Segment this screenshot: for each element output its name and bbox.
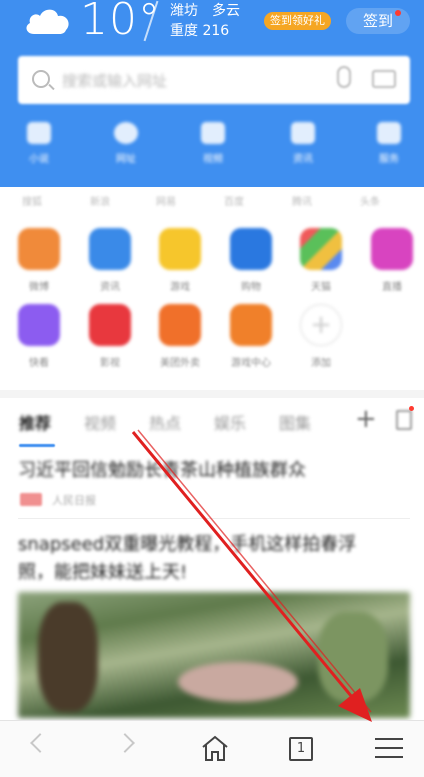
app-shortcut[interactable]: 游戏 (150, 228, 210, 293)
app-shortcut[interactable]: 快看 (9, 304, 69, 369)
site-link[interactable]: 头条 (360, 193, 380, 208)
app-icon (159, 304, 201, 346)
app-icon (300, 228, 342, 270)
news-title[interactable]: snapseed双重曝光教程，手机这样拍春浮 (18, 530, 356, 560)
tab-hot[interactable]: 热点 (149, 410, 181, 434)
app-shortcut[interactable]: 天猫 (291, 228, 351, 293)
app-shortcut[interactable]: 游戏中心 (221, 304, 281, 369)
section-divider (0, 390, 424, 398)
camera-icon[interactable] (372, 70, 396, 88)
signin-promo-badge[interactable]: 签到领好礼 (264, 12, 331, 30)
active-tab-indicator (19, 444, 55, 447)
app-icon (89, 304, 131, 346)
video-icon (201, 122, 225, 144)
app-icon (230, 304, 272, 346)
quick-link-news[interactable]: 资讯 (278, 122, 328, 165)
microphone-icon[interactable] (337, 66, 351, 88)
app-icon (89, 228, 131, 270)
compass-icon (114, 122, 138, 144)
app-icon (18, 304, 60, 346)
app-shortcut[interactable]: 资讯 (80, 228, 140, 293)
news-tag (20, 493, 42, 506)
search-icon (32, 70, 50, 88)
add-shortcut-button[interactable]: + 添加 (291, 304, 351, 369)
feed-separator (18, 518, 410, 519)
app-icon (230, 228, 272, 270)
search-input[interactable]: 搜索或输入网址 (62, 70, 167, 91)
grid-icon (377, 122, 401, 144)
news-source: 人民日报 (52, 494, 96, 507)
photo-shape (178, 662, 298, 702)
menu-icon[interactable] (375, 738, 403, 758)
quick-link-video[interactable]: 视频 (188, 122, 238, 165)
app-icon (371, 228, 413, 270)
app-shortcut[interactable]: 微博 (9, 228, 69, 293)
app-icon (18, 228, 60, 270)
app-shortcut[interactable]: 美团外卖 (150, 304, 210, 369)
site-link[interactable]: 百度 (224, 193, 244, 208)
app-shortcut[interactable]: 直播 (362, 228, 422, 293)
photo-shape (318, 612, 388, 702)
site-link[interactable]: 搜狐 (22, 193, 42, 208)
city-name[interactable]: 潍坊 (170, 0, 198, 20)
tab-entertainment[interactable]: 娱乐 (214, 410, 246, 434)
site-link[interactable]: 新浪 (90, 193, 110, 208)
book-icon (27, 122, 51, 144)
app-icon (159, 228, 201, 270)
site-link[interactable]: 网易 (156, 193, 176, 208)
home-icon[interactable] (200, 734, 230, 762)
tab-count-button[interactable]: 1 (289, 737, 313, 761)
photo-shape (38, 602, 98, 712)
tab-recommend[interactable]: 推荐 (19, 410, 51, 434)
quick-link-novel[interactable]: 小说 (14, 122, 64, 165)
quick-link-sites[interactable]: 网址 (101, 122, 151, 165)
notification-dot (409, 406, 414, 411)
news-title-continued[interactable]: 照，能把妹妹送上天! (18, 558, 187, 588)
add-channel-icon[interactable]: + (355, 404, 377, 434)
app-shortcut[interactable]: 影视 (80, 304, 140, 369)
news-icon (291, 122, 315, 144)
tab-video[interactable]: 视频 (84, 410, 116, 434)
tab-gallery[interactable]: 图集 (279, 410, 311, 434)
plus-icon: + (300, 304, 342, 346)
channel-manage-icon[interactable] (396, 410, 412, 430)
app-shortcut[interactable]: 购物 (221, 228, 281, 293)
cloud-weather-icon (26, 9, 69, 34)
news-title[interactable]: 习近平回信勉励长青茶山种植族群众 (18, 456, 306, 486)
news-thumbnail[interactable] (18, 592, 410, 718)
notification-dot (395, 10, 401, 16)
air-quality[interactable]: 重度 216 (170, 20, 229, 40)
weather-condition[interactable]: 多云 (212, 0, 240, 20)
site-link[interactable]: 腾讯 (292, 193, 312, 208)
quick-link-service[interactable]: 服务 (364, 122, 414, 165)
